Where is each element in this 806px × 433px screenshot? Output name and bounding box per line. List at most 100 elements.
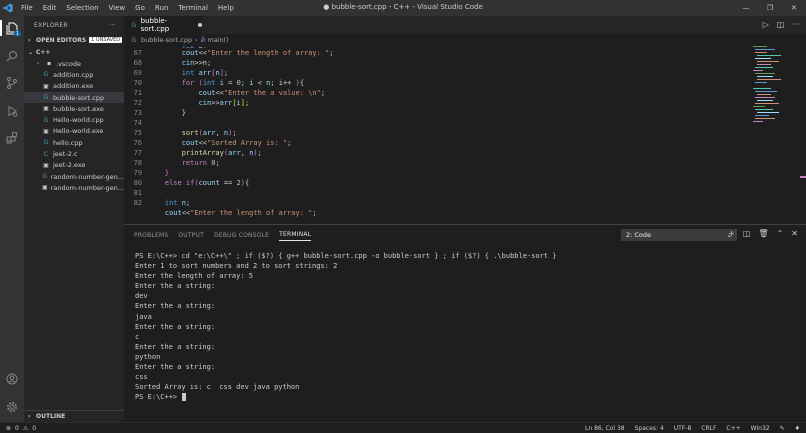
code-line: 80 else if(count == 2){ <box>133 179 250 187</box>
new-terminal-icon[interactable]: + <box>728 229 735 238</box>
menu-run[interactable]: Run <box>150 4 173 12</box>
status-left[interactable]: ⊗ 0 ⚠ 0 <box>6 425 36 432</box>
search-icon[interactable] <box>4 48 20 64</box>
terminal-line: Enter the a string: <box>135 342 216 351</box>
breadcrumb-file[interactable]: bubble-sort.cpp <box>141 36 192 44</box>
account-icon[interactable] <box>4 371 20 387</box>
extensions-icon[interactable] <box>4 130 20 146</box>
outline-section[interactable]: › OUTLINE <box>24 410 124 422</box>
chevron-up-icon[interactable]: ⌃ <box>777 229 784 238</box>
chevron-right-icon: › <box>36 60 40 68</box>
language-mode[interactable]: C++ <box>726 425 740 432</box>
explorer-header: EXPLORER ··· <box>24 16 124 34</box>
indentation[interactable]: Spaces: 4 <box>635 425 664 432</box>
menu-terminal[interactable]: Terminal <box>173 4 213 12</box>
error-count: 0 <box>15 424 19 432</box>
terminal-select[interactable]: 2: Code ⌄ <box>621 229 737 241</box>
restore-icon[interactable]: ❐ <box>758 0 782 16</box>
exe-file-icon: ▣ <box>43 105 49 113</box>
trash-icon[interactable]: 🗑 <box>758 229 768 238</box>
cpp-file-icon: G <box>43 71 49 79</box>
code-line: 76 cout<<"Sorted Array is: "; <box>133 139 292 147</box>
status-bar: ⊗ 0 ⚠ 0 Ln 86, Col 38 Spaces: 4 UTF-8 CR… <box>0 422 806 433</box>
menu-file[interactable]: File <box>16 4 38 12</box>
editor-tab-bar: G bubble-sort.cpp ▷ ◫ ··· <box>124 16 806 34</box>
tree-item-hello-world-exe[interactable]: ▣ Hello-world.exe <box>24 126 124 137</box>
terminal-prompt-line[interactable]: PS E:\C++> <box>135 392 795 402</box>
folder-label: C++ <box>36 48 51 56</box>
tree-item-vscode[interactable]: › ▪ .vscode <box>24 58 124 69</box>
editor-scrollbar[interactable] <box>798 44 806 224</box>
minimize-icon[interactable]: — <box>734 0 758 16</box>
feedback-icon[interactable]: ✎ <box>780 425 785 432</box>
explorer-badge: 1 <box>14 30 21 37</box>
tree-item-hello-world-cpp[interactable]: G Hello-world.cpp <box>24 114 124 125</box>
tree-item-bubble-sort-cpp[interactable]: G bubble-sort.cpp <box>24 91 124 104</box>
tab-debug-console[interactable]: DEBUG CONSOLE <box>214 232 269 241</box>
cursor-position[interactable]: Ln 86, Col 38 <box>585 425 625 432</box>
menu-help[interactable]: Help <box>213 4 239 12</box>
run-debug-icon[interactable] <box>4 103 20 119</box>
title-bar: File Edit Selection View Go Run Terminal… <box>0 0 806 16</box>
exe-file-icon: ▣ <box>43 82 49 90</box>
code-editor[interactable]: int n; 67 cout<<"Enter the length of arr… <box>124 44 749 222</box>
menu-go[interactable]: Go <box>130 4 150 12</box>
line-ending[interactable]: CRLF <box>701 425 716 432</box>
breadcrumb-symbol[interactable]: main() <box>207 36 228 44</box>
split-editor-icon[interactable]: ◫ <box>777 20 785 29</box>
terminal-line: c <box>135 332 140 341</box>
close-icon[interactable]: ✕ <box>782 0 806 16</box>
tree-item-jeet-2-c[interactable]: C jeet-2.c <box>24 148 124 159</box>
encoding[interactable]: UTF-8 <box>674 425 692 432</box>
terminal-line: python <box>135 352 161 361</box>
terminal-line: Enter the a string: <box>135 302 216 311</box>
status-right: Ln 86, Col 38 Spaces: 4 UTF-8 CRLF C++ W… <box>585 425 800 432</box>
platform[interactable]: Win32 <box>751 425 770 432</box>
more-actions-icon[interactable]: ··· <box>792 20 800 29</box>
run-code-icon[interactable]: ▷ <box>763 20 769 29</box>
menu-bar: File Edit Selection View Go Run Terminal… <box>16 0 239 16</box>
tree-item-hello-cpp[interactable]: G hello.cpp <box>24 137 124 148</box>
split-terminal-icon[interactable]: ◫ <box>743 229 751 238</box>
c-file-icon: C <box>43 150 49 158</box>
terminal-line: Enter 1 to sort numbers and 2 to sort st… <box>135 262 338 271</box>
exe-file-icon: ▣ <box>42 184 48 192</box>
chevron-right-icon: › <box>28 413 31 420</box>
terminal-line: Enter the a string: <box>135 363 216 372</box>
unsaved-dot-icon[interactable] <box>198 23 202 27</box>
explorer-icon[interactable]: 1 <box>0 20 21 37</box>
terminal-line: css <box>135 373 148 382</box>
close-panel-icon[interactable]: ✕ <box>791 229 798 238</box>
menu-selection[interactable]: Selection <box>61 4 103 12</box>
source-control-icon[interactable] <box>4 75 20 91</box>
tree-item-random-number-gen-cpp[interactable]: G random-number-gen... <box>24 171 124 182</box>
editor-actions: ▷ ◫ ··· <box>763 20 800 29</box>
menu-edit[interactable]: Edit <box>38 4 62 12</box>
tree-item-addition-exe[interactable]: ▣ addition.exe <box>24 81 124 92</box>
tab-bubble-sort-cpp[interactable]: G bubble-sort.cpp <box>124 16 202 34</box>
more-actions-icon[interactable]: ··· <box>109 22 116 29</box>
tree-item-label: bubble-sort.cpp <box>53 93 105 102</box>
tree-item-addition-cpp[interactable]: G addition.cpp <box>24 69 124 80</box>
menu-view[interactable]: View <box>104 4 131 12</box>
unsaved-badge: 1 UNSAVED <box>89 37 123 43</box>
terminal-output[interactable]: PS E:\C++> cd "e:\C++\" ; if ($?) { g++ … <box>135 251 795 402</box>
cpp-file-icon: G <box>43 139 49 147</box>
tab-output[interactable]: OUTPUT <box>178 232 204 241</box>
tab-problems[interactable]: PROBLEMS <box>134 232 168 241</box>
minimap[interactable] <box>749 44 799 224</box>
code-line: 79 } <box>133 169 170 177</box>
terminal-select-value: 2: Code <box>626 231 652 239</box>
folder-section-cpp[interactable]: ⌄ C++ <box>24 46 124 58</box>
tree-item-bubble-sort-exe[interactable]: ▣ bubble-sort.exe <box>24 103 124 114</box>
tree-item-jeet-2-exe[interactable]: ▣ jeet-2.exe <box>24 160 124 171</box>
code-line: 78 return 0; <box>133 159 220 167</box>
notifications-bell-icon[interactable]: ♦ <box>795 425 800 432</box>
open-editors-section[interactable]: › OPEN EDITORS 1 UNSAVED <box>24 34 124 46</box>
tab-terminal[interactable]: TERMINAL <box>279 231 312 241</box>
tree-item-random-number-gen-exe[interactable]: ▣ random-number-gen... <box>24 182 124 193</box>
chevron-right-icon: › <box>195 36 198 44</box>
folder-icon: ▪ <box>46 60 52 68</box>
settings-gear-icon[interactable] <box>4 399 20 415</box>
window-controls: — ❐ ✕ <box>734 0 806 16</box>
